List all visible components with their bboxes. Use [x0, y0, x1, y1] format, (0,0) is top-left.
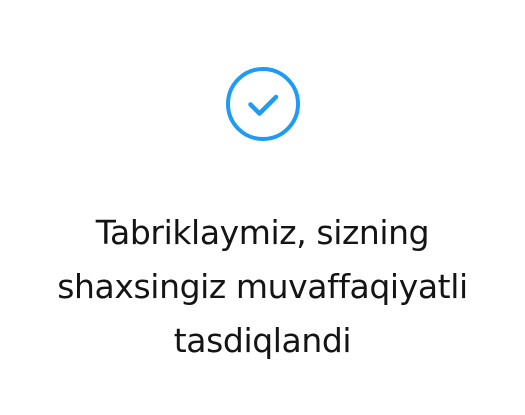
success-message-line-1: Tabriklaymiz, sizning	[95, 213, 430, 252]
success-message-line-2: shaxsingiz muvaffaqiyatli	[57, 267, 468, 306]
verification-success-panel: Tabriklaymiz, sizning shaxsingiz muvaffa…	[0, 0, 525, 415]
success-message-line-3: tasdiqlandi	[173, 321, 352, 360]
check-circle-icon	[225, 66, 301, 142]
success-message: Tabriklaymiz, sizning shaxsingiz muvaffa…	[12, 206, 513, 368]
